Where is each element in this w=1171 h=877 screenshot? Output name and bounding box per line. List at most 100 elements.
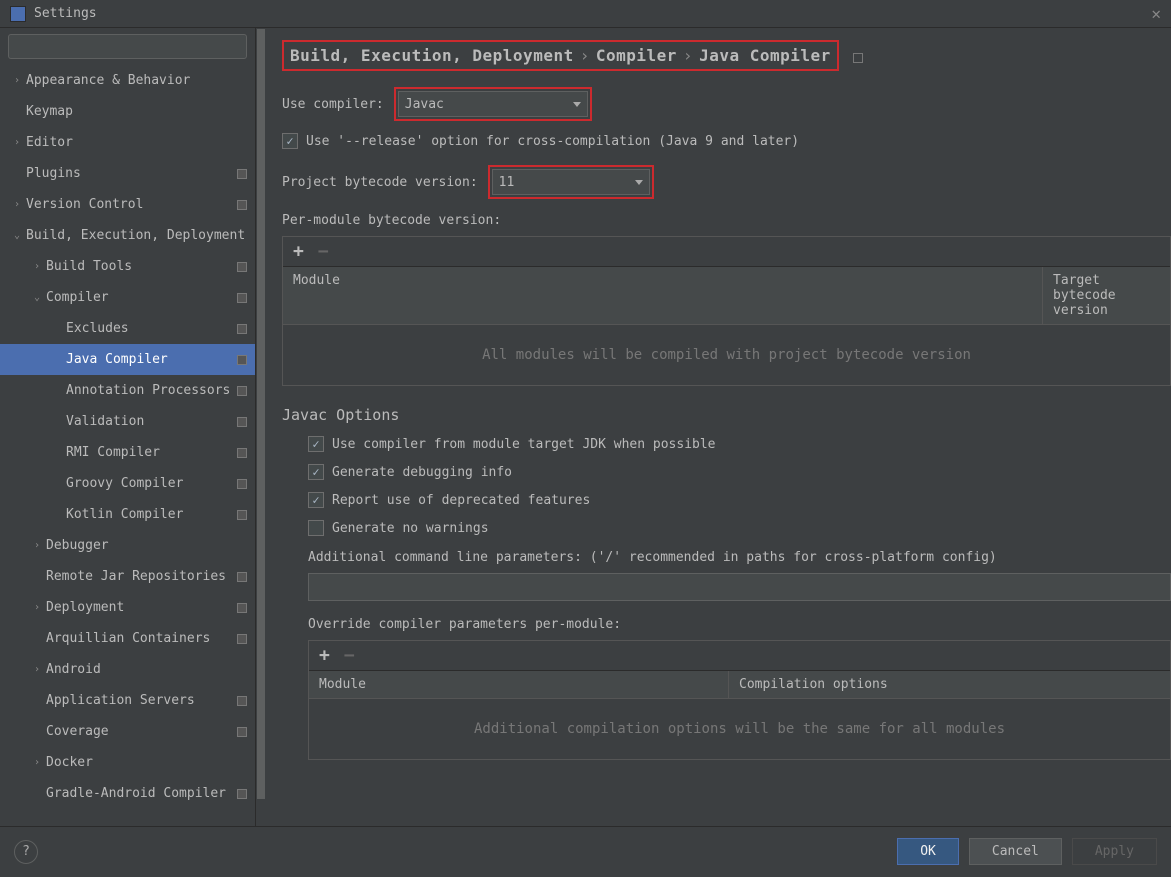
sidebar-item-label: Compiler (46, 290, 247, 305)
scroll-thumb[interactable] (257, 29, 265, 799)
module-marker-icon (237, 200, 247, 210)
chevron-down-icon: ⌄ (14, 230, 26, 241)
addl-params-label: Additional command line parameters: ('/'… (308, 550, 1171, 565)
use-module-jdk-checkbox[interactable] (308, 436, 324, 452)
sidebar-item[interactable]: Application Servers (0, 685, 255, 716)
sidebar-item[interactable]: ›Debugger (0, 530, 255, 561)
chevron-down-icon (635, 180, 643, 185)
chevron-right-icon: › (34, 757, 46, 768)
project-bytecode-combo[interactable]: 11 (492, 169, 650, 195)
sidebar-item-label: Build Tools (46, 259, 247, 274)
sidebar-item[interactable]: Remote Jar Repositories (0, 561, 255, 592)
no-warnings-label: Generate no warnings (332, 521, 489, 536)
col-module[interactable]: Module (283, 267, 1043, 324)
sidebar-item-label: Groovy Compiler (66, 476, 247, 491)
chevron-right-icon: › (34, 664, 46, 675)
breadcrumb: Build, Execution, Deployment › Compiler … (282, 40, 839, 71)
sidebar-item-label: Android (46, 662, 247, 677)
table-empty-text: All modules will be compiled with projec… (283, 325, 1170, 385)
module-marker-icon (237, 603, 247, 613)
chevron-right-icon: › (14, 137, 26, 148)
sidebar-item[interactable]: Plugins (0, 158, 255, 189)
sidebar-item[interactable]: Arquillian Containers (0, 623, 255, 654)
chevron-right-icon: › (34, 602, 46, 613)
project-bytecode-value: 11 (499, 175, 627, 190)
addl-params-input[interactable] (308, 573, 1171, 601)
chevron-right-icon: › (14, 75, 26, 86)
breadcrumb-0[interactable]: Build, Execution, Deployment (290, 46, 574, 65)
sidebar-item-label: Java Compiler (66, 352, 247, 367)
sidebar-item[interactable]: ›Build Tools (0, 251, 255, 282)
module-marker-icon (237, 789, 247, 799)
sidebar-item[interactable]: Groovy Compiler (0, 468, 255, 499)
deprecated-label: Report use of deprecated features (332, 493, 590, 508)
sidebar-item-label: Arquillian Containers (46, 631, 247, 646)
module-marker-icon (237, 479, 247, 489)
sidebar-scrollbar[interactable] (256, 28, 266, 826)
sidebar-item[interactable]: ›Editor (0, 127, 255, 158)
breadcrumb-1[interactable]: Compiler (596, 46, 677, 65)
settings-tree[interactable]: ›Appearance & BehaviorKeymap›EditorPlugi… (0, 65, 255, 826)
breadcrumb-2: Java Compiler (699, 46, 831, 65)
sidebar-item[interactable]: Annotation Processors (0, 375, 255, 406)
sidebar-item-label: Annotation Processors (66, 383, 247, 398)
add-override-button[interactable]: + (319, 645, 330, 666)
sidebar-item[interactable]: Gradle-Android Compiler (0, 778, 255, 809)
use-compiler-value: Javac (405, 97, 565, 112)
module-marker-icon (237, 324, 247, 334)
sidebar-item[interactable]: Coverage (0, 716, 255, 747)
sidebar-item[interactable]: ›Deployment (0, 592, 255, 623)
col-compilation-options[interactable]: Compilation options (729, 671, 1170, 698)
sidebar-item[interactable]: Keymap (0, 96, 255, 127)
footer: ? OK Cancel Apply (0, 826, 1171, 876)
sidebar-item[interactable]: ›Version Control (0, 189, 255, 220)
sidebar-item[interactable]: Excludes (0, 313, 255, 344)
project-bytecode-label: Project bytecode version: (282, 175, 478, 190)
use-compiler-combo[interactable]: Javac (398, 91, 588, 117)
content-pane: Build, Execution, Deployment › Compiler … (266, 28, 1171, 826)
sidebar-item-label: Editor (26, 135, 247, 150)
apply-button[interactable]: Apply (1072, 838, 1157, 865)
cancel-button[interactable]: Cancel (969, 838, 1062, 865)
sidebar-item[interactable]: ›Android (0, 654, 255, 685)
sidebar-item[interactable]: Validation (0, 406, 255, 437)
remove-override-button: − (344, 645, 355, 666)
debug-info-checkbox[interactable] (308, 464, 324, 480)
chevron-right-icon: › (34, 540, 46, 551)
sidebar-item[interactable]: ›Appearance & Behavior (0, 65, 255, 96)
window-title: Settings (34, 6, 97, 21)
module-marker-icon (237, 696, 247, 706)
sidebar-item-label: Version Control (26, 197, 247, 212)
search-input[interactable] (8, 34, 247, 59)
sidebar-item[interactable]: ⌄Compiler (0, 282, 255, 313)
sidebar-item[interactable]: Java Compiler (0, 344, 255, 375)
sidebar-item-label: Build, Execution, Deployment (26, 228, 247, 243)
sidebar-item-label: Docker (46, 755, 247, 770)
sidebar-item[interactable]: ›Docker (0, 747, 255, 778)
sidebar: ›Appearance & BehaviorKeymap›EditorPlugi… (0, 28, 256, 826)
add-module-button[interactable]: + (293, 241, 304, 262)
sidebar-item[interactable]: Kotlin Compiler (0, 499, 255, 530)
col-module2[interactable]: Module (309, 671, 729, 698)
chevron-down-icon: ⌄ (34, 292, 46, 303)
help-button[interactable]: ? (14, 840, 38, 864)
release-option-checkbox[interactable] (282, 133, 298, 149)
override-label: Override compiler parameters per-module: (308, 617, 1171, 632)
per-module-label: Per-module bytecode version: (282, 213, 1171, 228)
module-marker-icon (237, 572, 247, 582)
col-target-bytecode[interactable]: Target bytecode version (1043, 267, 1170, 324)
sidebar-item[interactable]: ⌄Build, Execution, Deployment (0, 220, 255, 251)
table-empty-text2: Additional compilation options will be t… (309, 699, 1170, 759)
close-icon[interactable]: ✕ (1151, 4, 1161, 23)
module-marker-icon (237, 355, 247, 365)
no-warnings-checkbox[interactable] (308, 520, 324, 536)
sidebar-item[interactable]: RMI Compiler (0, 437, 255, 468)
release-option-label: Use '--release' option for cross-compila… (306, 134, 799, 149)
ok-button[interactable]: OK (897, 838, 959, 865)
use-module-jdk-label: Use compiler from module target JDK when… (332, 437, 716, 452)
deprecated-checkbox[interactable] (308, 492, 324, 508)
sidebar-item-label: Debugger (46, 538, 247, 553)
module-marker-icon (237, 448, 247, 458)
sidebar-item-label: Gradle-Android Compiler (46, 786, 247, 801)
module-marker-icon (237, 727, 247, 737)
